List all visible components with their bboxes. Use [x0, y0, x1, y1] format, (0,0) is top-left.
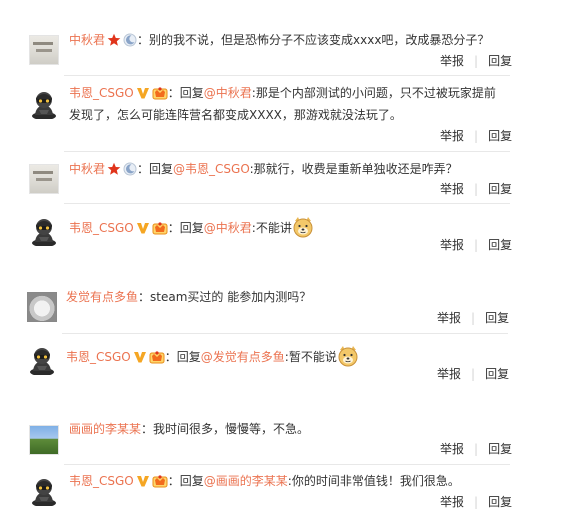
vip-crown-icon[interactable]	[152, 221, 168, 235]
action-separator: |	[474, 182, 479, 196]
user-avatar[interactable]	[29, 216, 59, 246]
user-avatar[interactable]	[27, 345, 57, 375]
action-separator: |	[471, 367, 476, 381]
reply-button[interactable]: 回复	[485, 367, 509, 381]
reply-prefix: ：回复	[137, 162, 174, 176]
action-separator: |	[474, 54, 479, 68]
comment-divider	[62, 333, 508, 334]
verified-v-icon[interactable]	[136, 221, 150, 235]
red-star-icon[interactable]	[107, 162, 121, 176]
reply-prefix: ：回复	[167, 86, 204, 100]
action-separator: |	[474, 442, 479, 456]
comment-actions: 举报 | 回复	[440, 128, 512, 144]
username-link[interactable]: 韦恩_CSGO	[69, 86, 134, 100]
comment-body: :不能讲	[251, 221, 292, 235]
username-link[interactable]: 发觉有点多鱼	[66, 290, 138, 304]
mention-link[interactable]: @画画的李某某	[204, 474, 288, 488]
comment-actions: 举报 | 回复	[440, 53, 512, 69]
comment-actions: 举报 | 回复	[437, 310, 509, 326]
reply-prefix: ：回复	[164, 350, 201, 364]
report-button[interactable]: 举报	[440, 182, 464, 196]
username-link[interactable]: 中秋君	[69, 33, 105, 47]
vip-crown-icon[interactable]	[152, 86, 168, 100]
comment-divider	[64, 75, 510, 76]
comment-actions: 举报 | 回复	[437, 366, 509, 382]
reply-button[interactable]: 回复	[485, 311, 509, 325]
report-button[interactable]: 举报	[440, 54, 464, 68]
moon-badge-icon[interactable]	[123, 162, 137, 176]
user-avatar[interactable]	[29, 164, 59, 194]
report-button[interactable]: 举报	[437, 367, 461, 381]
user-avatar[interactable]	[27, 292, 57, 322]
username-link[interactable]: 中秋君	[69, 162, 105, 176]
username-link[interactable]: 韦恩_CSGO	[66, 350, 131, 364]
user-avatar[interactable]	[29, 476, 59, 506]
comment-body: :那是个内部测试的小问题，只不过被玩家提前	[251, 86, 496, 100]
comment-body: ：别的我不说，但是恐怖分子不应该变成xxxx吧，改成暴恐分子？	[137, 33, 490, 47]
comment-body: ：我时间很多，慢慢等，不急。	[141, 422, 310, 436]
comment-body: ：steam买过的 能参加内测吗？	[138, 290, 312, 304]
comment-body: :那就行，收费是重新单独收还是咋弄？	[249, 162, 458, 176]
comment-text-line: 韦恩_CSGO ：回复@中秋君:那是个内部测试的小问题，只不过被玩家提前	[69, 85, 496, 101]
reply-button[interactable]: 回复	[488, 182, 512, 196]
user-avatar[interactable]	[29, 425, 59, 455]
comment-body: :暂不能说	[284, 350, 337, 364]
comment-divider	[64, 464, 510, 465]
comment-actions: 举报 | 回复	[440, 237, 512, 253]
comment-text-line: 中秋君 ：回复@韦恩_CSGO:那就行，收费是重新单独收还是咋弄？	[69, 161, 458, 177]
mention-link[interactable]: @中秋君	[204, 221, 252, 235]
reply-button[interactable]: 回复	[488, 495, 512, 509]
mention-link[interactable]: @发觉有点多鱼	[201, 350, 285, 364]
reply-button[interactable]: 回复	[488, 238, 512, 252]
reply-button[interactable]: 回复	[488, 129, 512, 143]
report-button[interactable]: 举报	[440, 495, 464, 509]
reply-button[interactable]: 回复	[488, 442, 512, 456]
username-link[interactable]: 韦恩_CSGO	[69, 221, 134, 235]
action-separator: |	[474, 238, 479, 252]
comment-actions: 举报 | 回复	[440, 441, 512, 457]
report-button[interactable]: 举报	[440, 238, 464, 252]
report-button[interactable]: 举报	[440, 129, 464, 143]
user-avatar[interactable]	[29, 89, 59, 119]
verified-v-icon[interactable]	[136, 474, 150, 488]
red-star-icon[interactable]	[107, 33, 121, 47]
action-separator: |	[474, 495, 479, 509]
comment-actions: 举报 | 回复	[440, 181, 512, 197]
comment-divider	[64, 203, 510, 204]
report-button[interactable]: 举报	[437, 311, 461, 325]
comment-text-line: 韦恩_CSGO ：回复@画画的李某某:你的时间非常值钱！我们很急。	[69, 473, 460, 489]
comment-text-line: 发觉有点多鱼：steam买过的 能参加内测吗？	[66, 289, 311, 305]
user-avatar[interactable]	[29, 35, 59, 65]
comment-text-line: 中秋君 ：别的我不说，但是恐怖分子不应该变成xxxx吧，改成暴恐分子？	[69, 32, 489, 48]
comment-body: :你的时间非常值钱！我们很急。	[287, 474, 460, 488]
moon-badge-icon[interactable]	[123, 33, 137, 47]
reply-prefix: ：回复	[167, 474, 204, 488]
comment-text-line: 发现了，怎么可能连阵营名都变成XXXX，那游戏就没法玩了。	[69, 107, 402, 123]
comment-text-line: 韦恩_CSGO ：回复@中秋君:不能讲	[69, 216, 314, 238]
vip-crown-icon[interactable]	[152, 474, 168, 488]
comment-body-continued: 发现了，怎么可能连阵营名都变成XXXX，那游戏就没法玩了。	[69, 108, 402, 122]
comment-divider	[64, 151, 510, 152]
action-separator: |	[471, 311, 476, 325]
reply-button[interactable]: 回复	[488, 54, 512, 68]
vip-crown-icon[interactable]	[149, 350, 165, 364]
action-separator: |	[474, 129, 479, 143]
comment-text-line: 韦恩_CSGO ：回复@发觉有点多鱼:暂不能说	[66, 345, 359, 367]
reply-prefix: ：回复	[167, 221, 204, 235]
mention-link[interactable]: @中秋君	[204, 86, 252, 100]
doge-icon	[292, 216, 314, 238]
username-link[interactable]: 画画的李某某	[69, 422, 141, 436]
comment-actions: 举报 | 回复	[440, 494, 512, 510]
report-button[interactable]: 举报	[440, 442, 464, 456]
verified-v-icon[interactable]	[136, 86, 150, 100]
username-link[interactable]: 韦恩_CSGO	[69, 474, 134, 488]
doge-icon	[337, 345, 359, 367]
comment-text-line: 画画的李某某：我时间很多，慢慢等，不急。	[69, 421, 309, 437]
mention-link[interactable]: @韦恩_CSGO	[173, 162, 250, 176]
verified-v-icon[interactable]	[133, 350, 147, 364]
